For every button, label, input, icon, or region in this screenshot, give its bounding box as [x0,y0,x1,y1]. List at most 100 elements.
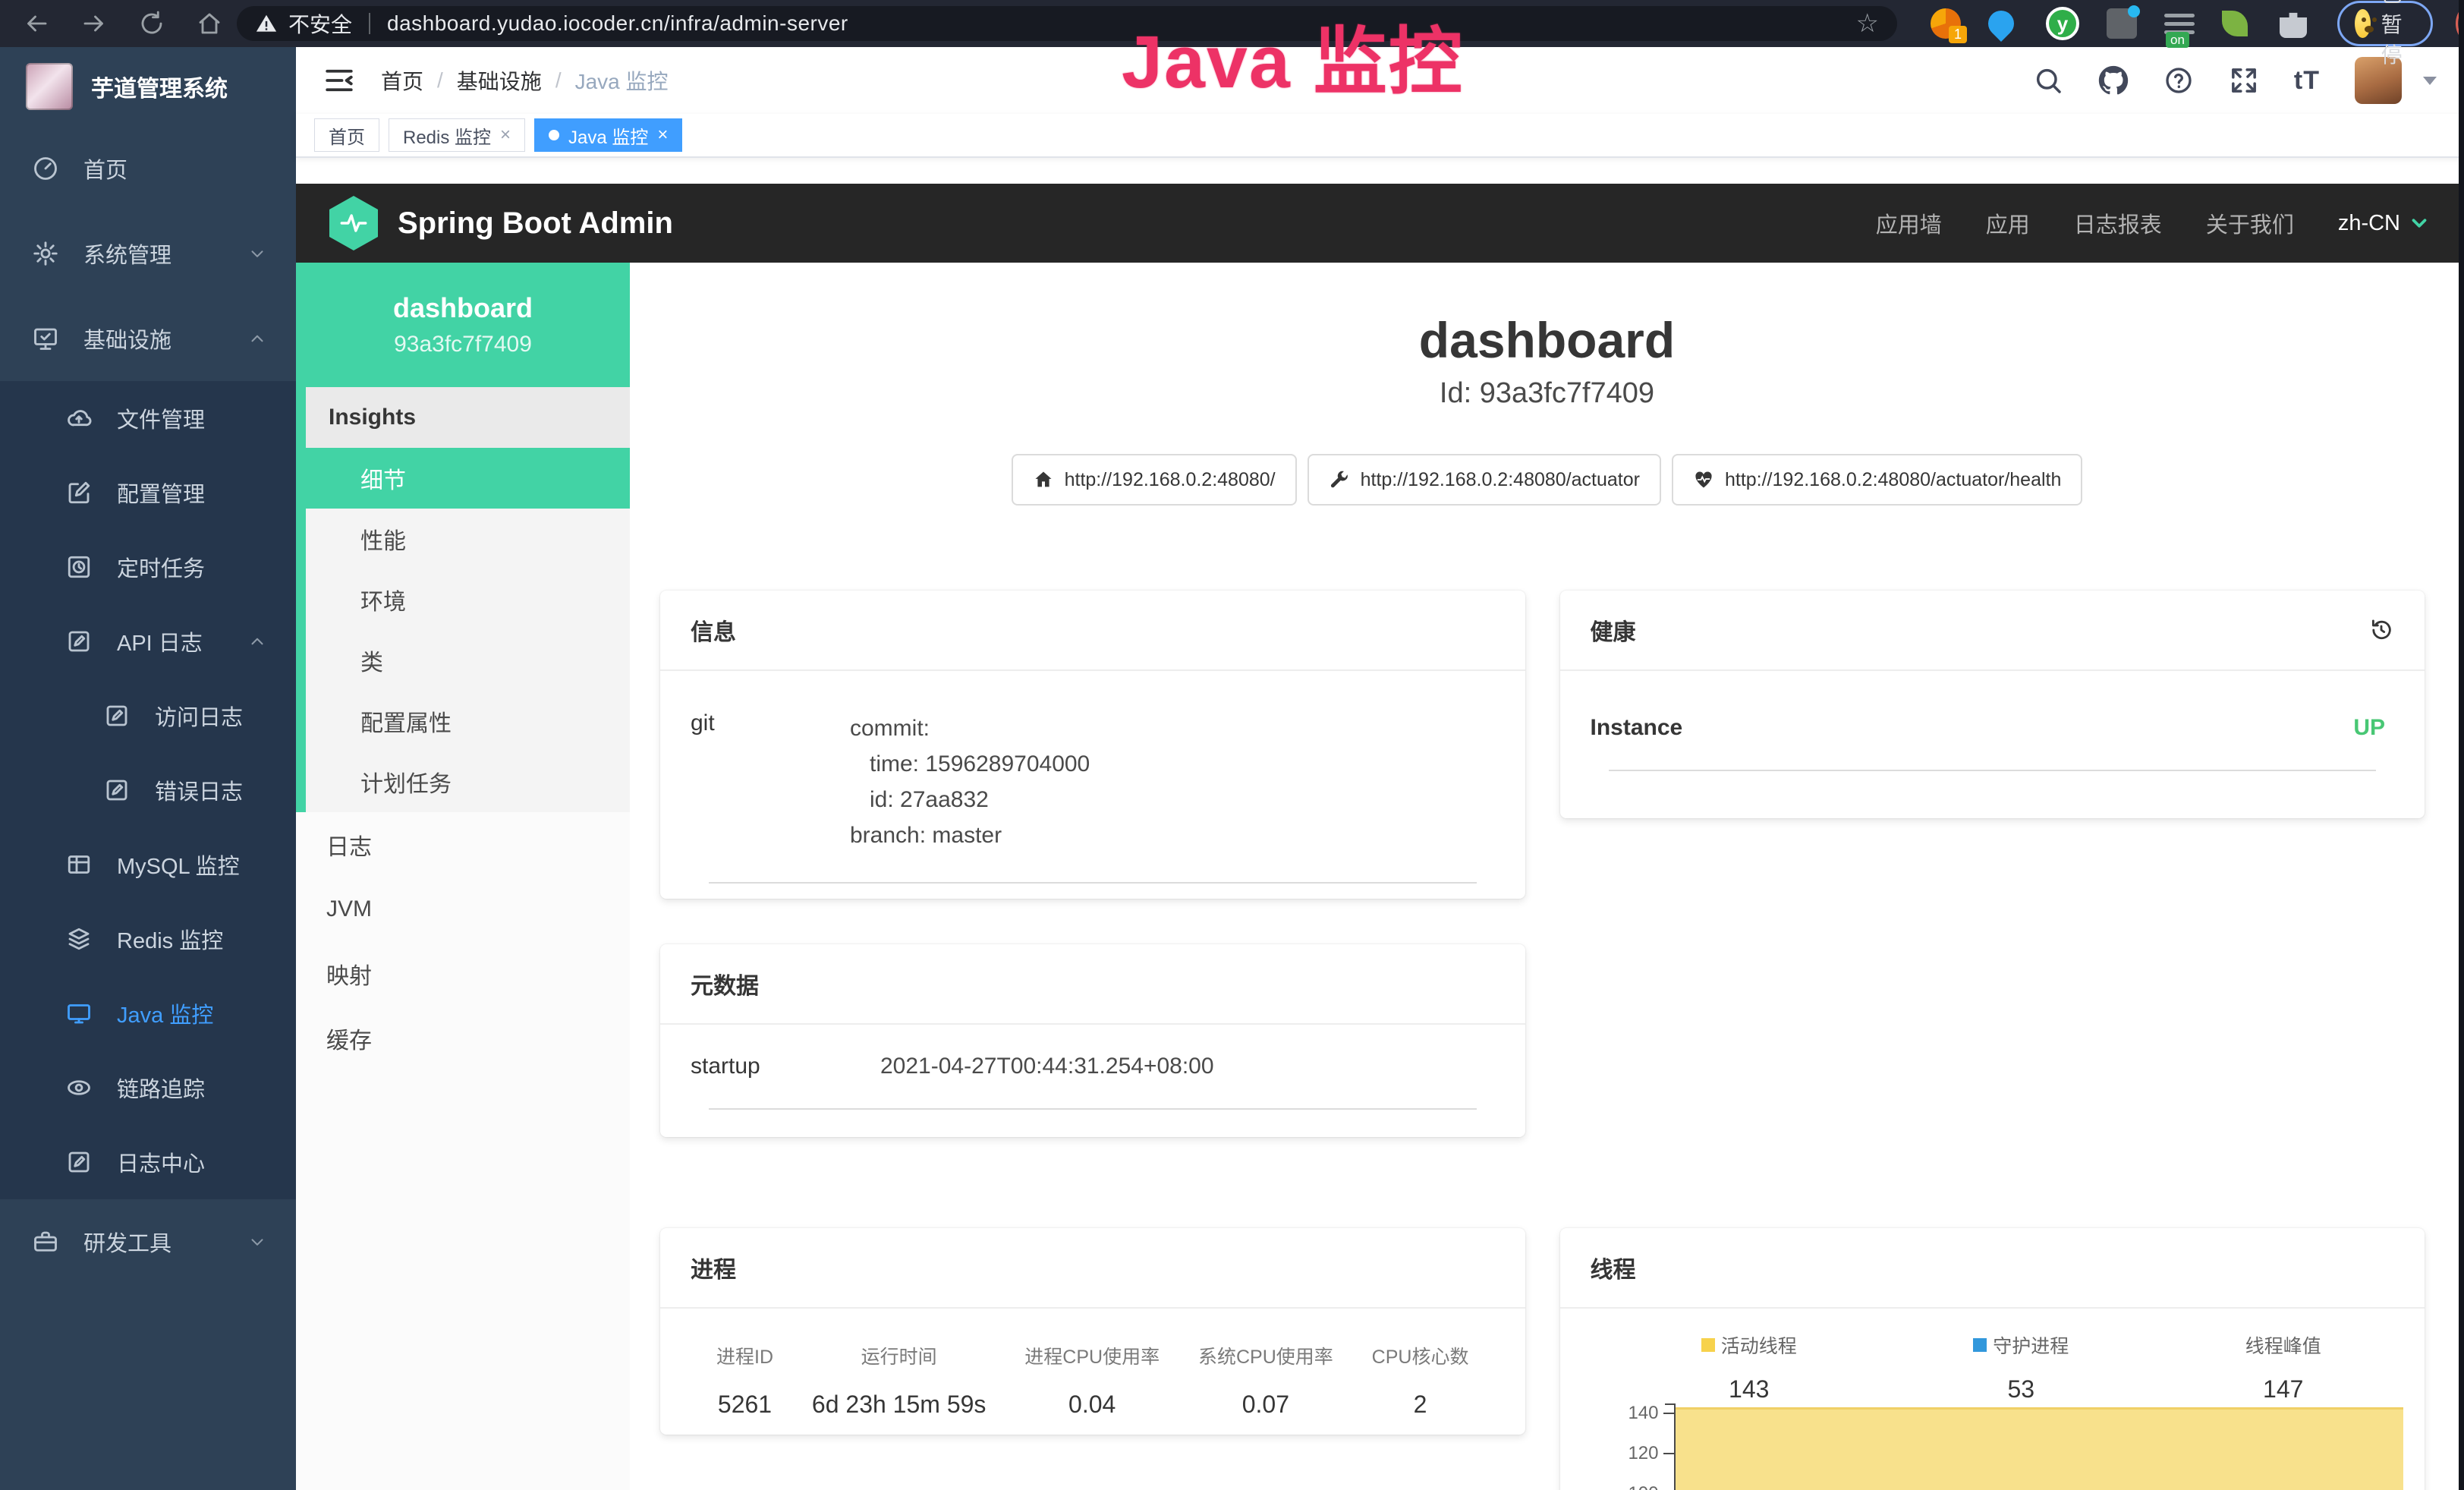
fullscreen-icon[interactable] [2229,65,2259,96]
sidebar-item-file-management[interactable]: 文件管理 [0,381,296,455]
y-axis-cap [1665,1403,1676,1405]
sidebar-item-scheduled-jobs[interactable]: 定时任务 [0,530,296,604]
sidebar-item-label: 基础设施 [83,323,172,354]
tab-close-icon[interactable]: × [500,126,511,144]
sidebar-item-error-logs[interactable]: 错误日志 [0,753,296,827]
briefcase-icon [32,1228,59,1255]
sidebar-item-label: 配置管理 [117,477,205,509]
tab-label: Java 监控 [568,122,648,149]
sba-nav-wallboard[interactable]: 应用墙 [1876,207,1942,239]
search-icon[interactable] [2033,65,2063,96]
main-column: 首页 / 基础设施 / Java 监控 tT [296,47,2464,1490]
sidebar-item-redis-monitor[interactable]: Redis 监控 [0,902,296,976]
home-icon[interactable] [196,10,223,37]
sidebar-item-system[interactable]: 系统管理 [0,211,296,296]
sidebar-toggle-icon[interactable] [323,65,355,96]
sba-menu-logs[interactable]: 日志 [296,812,630,877]
tab-home[interactable]: 首页 [314,118,379,152]
reload-icon[interactable] [138,10,165,37]
metadata-card: 元数据 startup 2021-04-27T00:44:31.254+08:0… [660,944,1525,1137]
sba-menu-details[interactable]: 细节 [306,448,630,509]
legend-swatch-blue [1973,1338,1987,1352]
github-icon[interactable] [2098,65,2129,96]
gear-icon [32,240,59,267]
sba-menu-jvm[interactable]: JVM [296,877,630,941]
sba-nav-journal[interactable]: 日志报表 [2074,207,2162,239]
breadcrumb-infrastructure[interactable]: 基础设施 [457,65,542,96]
font-size-icon[interactable]: tT [2294,66,2320,96]
sidebar-logo-row[interactable]: 芋道管理系统 [0,47,296,126]
sba-language-value: zh-CN [2338,211,2400,236]
sba-nav-applications[interactable]: 应用 [1986,207,2030,239]
sba-menu-classes[interactable]: 类 [306,630,630,691]
sba-nav-about[interactable]: 关于我们 [2206,207,2294,239]
sidebar-item-infrastructure[interactable]: 基础设施 [0,296,296,381]
sba-instance-sidebar: dashboard 93a3fc7f7409 Insights 细节 性能 环境… [296,263,630,1490]
sidebar-item-log-center[interactable]: 日志中心 [0,1125,296,1199]
history-icon[interactable] [2368,617,2394,643]
sidebar-item-dev-tools[interactable]: 研发工具 [0,1199,296,1284]
extension-pin-icon[interactable] [1988,8,2019,39]
health-url-button[interactable]: http://192.168.0.2:48080/actuator/health [1672,454,2082,506]
git-time-line: time: 1596289704000 [850,746,1090,782]
instance-header[interactable]: dashboard 93a3fc7f7409 [296,263,630,387]
back-icon[interactable] [23,10,50,37]
actuator-url-button[interactable]: http://192.168.0.2:48080/actuator [1308,454,1661,506]
sidebar-item-label: 日志中心 [117,1146,205,1178]
sba-menu-environment[interactable]: 环境 [306,569,630,630]
forward-icon[interactable] [80,10,108,37]
process-col-value: 2 [1372,1391,1469,1419]
page-instance-id: Id: 93a3fc7f7409 [630,376,2464,410]
health-instance-row[interactable]: Instance UP [1591,671,2395,741]
threads-area-series [1676,1407,2404,1490]
sidebar-item-config-management[interactable]: 配置管理 [0,455,296,530]
info-git-row: git commit: time: 1596289704000 id: 27aa… [691,671,1495,853]
breadcrumb-home[interactable]: 首页 [381,65,423,96]
help-icon[interactable] [2163,65,2194,96]
chevron-up-icon [247,632,267,651]
url-text[interactable]: dashboard.yudao.iocoder.cn/infra/admin-s… [387,11,848,36]
divider [709,1108,1477,1110]
extension-y-icon[interactable]: y [2046,7,2079,40]
sidebar-item-access-logs[interactable]: 访问日志 [0,679,296,753]
address-bar[interactable]: 不安全 dashboard.yudao.iocoder.cn/infra/adm… [237,6,1897,41]
clock-square-icon [65,553,93,581]
extension-grid-icon[interactable] [2107,8,2137,39]
navbar-actions: tT [2033,57,2437,104]
extensions-puzzle-icon[interactable] [2280,11,2307,38]
extension-list-icon[interactable]: on [2164,8,2195,39]
sidebar-item-home[interactable]: 首页 [0,126,296,211]
extension-orange-icon[interactable]: 1 [1931,8,1961,39]
extensions-row: 1 y on [1931,7,2307,40]
sidebar-item-mysql-monitor[interactable]: MySQL 监控 [0,827,296,902]
sidebar-item-java-monitor[interactable]: Java 监控 [0,976,296,1051]
sidebar-item-api-logs[interactable]: API 日志 [0,604,296,679]
git-commit-line: commit: [850,710,1090,746]
tab-redis-monitor[interactable]: Redis 监控 × [389,118,525,152]
paused-profile-button[interactable]: 已暂停 [2337,1,2433,46]
sba-menu-metrics[interactable]: 性能 [306,509,630,569]
security-label[interactable]: 不安全 [288,8,352,39]
bookmark-star-icon[interactable]: ☆ [1856,11,1879,36]
y-tickmark [1663,1413,1674,1414]
tab-close-icon[interactable]: × [657,126,668,144]
extension-leaf-icon[interactable] [2222,8,2252,39]
sba-brand-title[interactable]: Spring Boot Admin [398,206,673,241]
sidebar-item-tracing[interactable]: 链路追踪 [0,1051,296,1125]
service-url-button[interactable]: http://192.168.0.2:48080/ [1012,454,1297,506]
legend-value: 53 [1973,1375,2069,1403]
tab-java-monitor[interactable]: Java 监控 × [534,118,682,152]
git-id-line: id: 27aa832 [850,782,1090,817]
actuator-url: http://192.168.0.2:48080/actuator [1361,469,1640,491]
breadcrumb-current: Java 监控 [575,65,669,96]
user-menu-caret-icon[interactable] [2423,77,2437,85]
sba-menu-scheduled-tasks[interactable]: 计划任务 [306,751,630,812]
not-secure-warning-icon [255,12,278,35]
spring-boot-admin-logo[interactable] [329,196,378,250]
sba-menu-caches[interactable]: 缓存 [296,1006,630,1070]
sba-menu-mappings[interactable]: 映射 [296,941,630,1006]
info-row-value: commit: time: 1596289704000 id: 27aa832 … [850,710,1090,853]
sba-language-select[interactable]: zh-CN [2338,211,2431,236]
sba-main: dashboard Id: 93a3fc7f7409 http://192.16… [630,263,2464,1490]
sba-menu-config-props[interactable]: 配置属性 [306,691,630,751]
